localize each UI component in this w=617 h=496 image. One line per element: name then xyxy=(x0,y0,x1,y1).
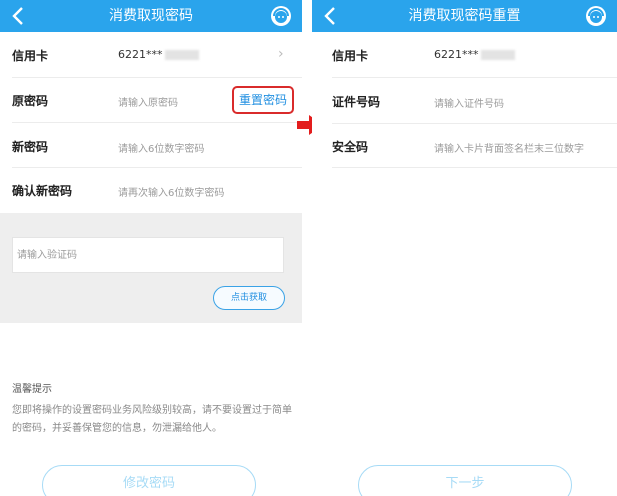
navbar: 消费取现密码重置 xyxy=(312,0,617,32)
page-title: 消费取现密码重置 xyxy=(408,8,521,24)
confirm-password-input[interactable]: 请再次输入6位数字密码 xyxy=(118,184,224,199)
divider xyxy=(12,167,302,168)
card-number-text: 6221*** xyxy=(118,48,163,61)
security-code-input[interactable]: 请输入卡片背面签名栏末三位数字 xyxy=(434,140,584,155)
left-screen: 消费取现密码 信用卡 6221*** › 原密码 请输入原密码 重置密码 新密码… xyxy=(0,0,302,496)
divider xyxy=(332,167,617,168)
chevron-left-icon xyxy=(324,7,335,25)
page-title: 消费取现密码 xyxy=(109,8,193,24)
id-number-input[interactable]: 请输入证件号码 xyxy=(434,95,504,110)
divider xyxy=(12,122,302,123)
modify-password-button[interactable]: 修改密码 xyxy=(42,465,256,496)
divider xyxy=(12,77,302,78)
new-password-input[interactable]: 请输入6位数字密码 xyxy=(118,140,204,155)
old-password-label: 原密码 xyxy=(12,94,49,108)
customer-service-icon xyxy=(271,6,291,26)
back-button[interactable] xyxy=(320,0,344,32)
get-code-button[interactable]: 点击获取 xyxy=(213,286,285,310)
card-number-text: 6221*** xyxy=(434,48,479,61)
masked-digits xyxy=(164,50,199,60)
navbar: 消费取现密码 xyxy=(0,0,302,32)
reset-password-link[interactable]: 重置密码 xyxy=(232,86,294,114)
confirm-password-label: 确认新密码 xyxy=(12,184,73,198)
captcha-input[interactable]: 请输入验证码 xyxy=(12,237,284,273)
divider xyxy=(332,77,617,78)
card-label: 信用卡 xyxy=(332,49,369,63)
id-number-label: 证件号码 xyxy=(332,95,381,109)
tip-title: 温馨提示 xyxy=(12,384,52,395)
tip-text: 您即将操作的设置密码业务风险级别较高，请不要设置过于简单的密码，并妥善保管您的信… xyxy=(12,405,292,434)
divider xyxy=(332,123,617,124)
right-screen: 消费取现密码重置 信用卡 6221*** 证件号码 请输入证件号码 安全码 请输… xyxy=(312,0,617,496)
chevron-right-icon[interactable]: › xyxy=(278,46,284,62)
security-code-label: 安全码 xyxy=(332,140,369,154)
back-button[interactable] xyxy=(8,0,32,32)
new-password-label: 新密码 xyxy=(12,140,49,154)
next-step-button[interactable]: 下一步 xyxy=(358,465,572,496)
card-number: 6221*** xyxy=(118,48,199,61)
card-number: 6221*** xyxy=(434,48,515,61)
customer-service-button[interactable] xyxy=(585,5,607,27)
chevron-left-icon xyxy=(12,7,23,25)
card-label: 信用卡 xyxy=(12,49,49,63)
masked-digits xyxy=(480,50,515,60)
customer-service-button[interactable] xyxy=(270,5,292,27)
customer-service-icon xyxy=(586,6,606,26)
old-password-input[interactable]: 请输入原密码 xyxy=(118,94,178,109)
